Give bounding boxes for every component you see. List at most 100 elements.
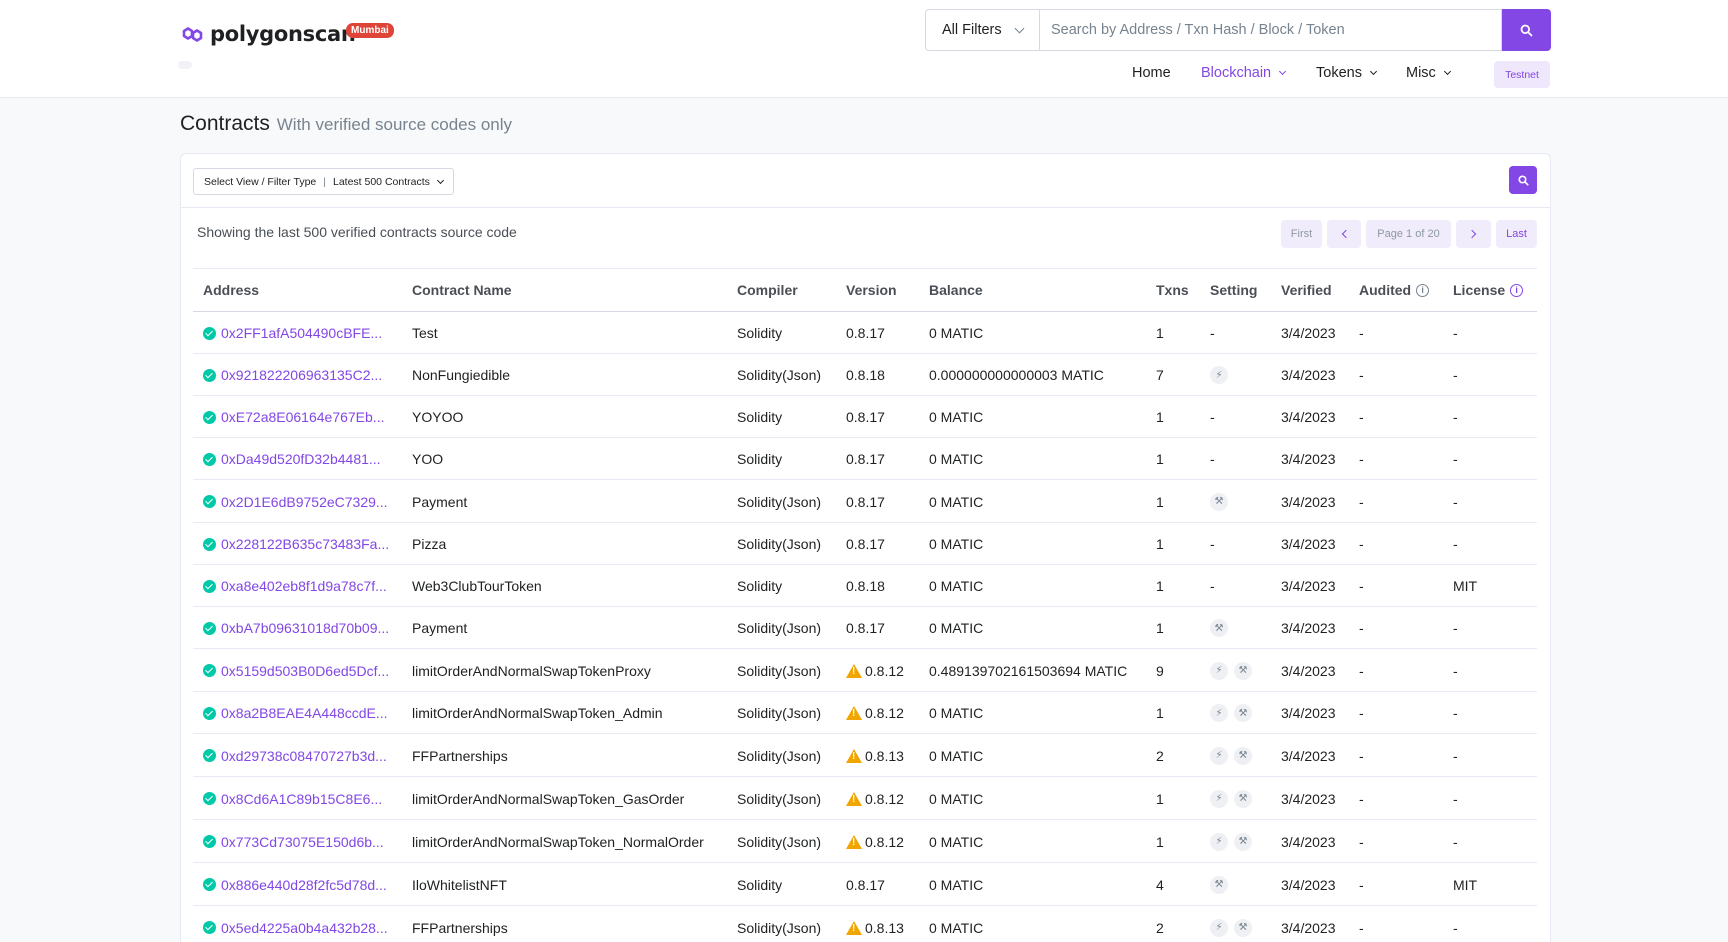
compiler-cell: Solidity(Json) [737,777,821,820]
txns-cell: 4 [1156,863,1164,906]
contract-address-link[interactable]: 0xDa49d520fD32b4481... [221,451,381,467]
card-header: Select View / Filter Type | Latest 500 C… [181,154,1550,208]
license-value: - [1453,536,1458,552]
contract-address-link[interactable]: 0x5159d503B0D6ed5Dcf... [221,663,389,679]
lightning-icon[interactable]: ⚡︎ [1210,789,1228,808]
verified-date: 3/4/2023 [1281,451,1336,467]
wrench-icon[interactable]: ⚒︎ [1234,661,1252,680]
wrench-icon[interactable]: ⚒︎ [1234,789,1252,808]
setting-cell: ⚡︎ ⚒︎ [1210,734,1258,777]
license-value: MIT [1453,578,1478,594]
card-search-button[interactable] [1509,166,1537,194]
contract-name: Pizza [412,536,447,552]
col-verified: Verified [1281,282,1332,298]
contract-address-link[interactable]: 0xa8e402eb8f1d9a78c7f... [221,578,387,594]
contract-address-link[interactable]: 0x886e440d28f2fc5d78d... [221,877,387,893]
top-header: polygonscan Mumbai All Filters Home Bloc… [0,0,1728,98]
compiler-cell: Solidity(Json) [737,480,821,523]
chevron-down-icon [1369,67,1377,76]
balance-cell: 0 MATIC [929,438,983,480]
lightning-icon[interactable]: ⚡︎ [1210,918,1228,937]
pagination-next[interactable] [1456,220,1491,248]
license-cell: - [1453,820,1458,863]
compiler-value: Solidity [737,325,783,341]
warning-icon[interactable] [846,920,862,935]
wrench-icon[interactable]: ⚒︎ [1210,492,1228,511]
contract-address-link[interactable]: 0x2D1E6dB9752eC7329... [221,494,388,510]
contract-name: YOO [412,451,444,467]
warning-icon[interactable] [846,663,862,678]
contract-address-link[interactable]: 0x8a2B8EAE4A448ccdE... [221,705,388,721]
balance-cell: 0 MATIC [929,480,983,523]
balance-value: 0 MATIC [929,620,984,636]
testnet-button[interactable]: Testnet [1494,61,1550,88]
compiler-value: Solidity(Json) [737,790,822,807]
wrench-icon[interactable]: ⚒︎ [1234,918,1252,937]
wrench-icon[interactable]: ⚒︎ [1234,746,1252,765]
wrench-icon[interactable]: ⚒︎ [1210,619,1228,637]
contract-address-link[interactable]: 0xbA7b09631018d70b09... [221,620,389,636]
nav-misc[interactable]: Misc [1406,65,1451,81]
txns-cell: 1 [1156,565,1164,607]
warning-icon[interactable] [846,791,862,806]
contract-name: Test [412,325,438,341]
verified-cell: 3/4/2023 [1281,777,1336,820]
pagination-prev[interactable] [1327,220,1361,248]
warning-icon[interactable] [846,834,862,849]
balance-value: 0 MATIC [929,536,984,552]
warning-icon[interactable] [846,706,862,720]
license-cell: - [1453,777,1458,820]
nav-tokens[interactable]: Tokens [1316,65,1377,81]
contract-address-link[interactable]: 0x2FF1afA504490cBFE... [221,325,382,341]
verified-date: 3/4/2023 [1281,409,1336,425]
wrench-icon[interactable]: ⚒︎ [1234,832,1252,851]
version-value: 0.8.18 [846,367,885,383]
version-value: 0.8.12 [865,790,904,807]
warning-icon[interactable] [846,748,862,763]
contract-address-link[interactable]: 0x921822206963135C2... [221,367,382,383]
license-value: - [1453,747,1458,764]
txns-value: 1 [1156,790,1164,807]
contract-address-link[interactable]: 0xd29738c08470727b3d... [221,748,387,764]
contract-address-link[interactable]: 0xE72a8E06164e767Eb... [221,409,384,425]
lightning-icon[interactable]: ⚡︎ [1210,366,1228,384]
verified-date: 3/4/2023 [1281,536,1336,552]
license-cell: - [1453,523,1458,565]
search-input[interactable] [1039,9,1502,51]
contract-address-link[interactable]: 0x773Cd73075E150d6b... [221,834,384,850]
page-subtitle: With verified source codes only [276,115,513,134]
search-filter-select[interactable]: All Filters [925,9,1039,51]
nav-blockchain[interactable]: Blockchain [1201,65,1287,81]
search-button[interactable] [1502,9,1551,51]
version-cell: 0.8.17 [846,863,885,906]
version-value: 0.8.17 [846,536,885,552]
lightning-icon[interactable]: ⚡︎ [1210,661,1228,680]
lightning-icon[interactable]: ⚡︎ [1210,746,1228,765]
compiler-cell: Solidity(Json) [737,354,821,396]
balance-cell: 0 MATIC [929,523,983,565]
contract-address-link[interactable]: 0x228122B635c73483Fa... [221,536,389,552]
version-cell: 0.8.17 [846,607,885,649]
audited-cell: - [1359,438,1364,480]
wrench-icon[interactable]: ⚒︎ [1210,875,1228,894]
compiler-cell: Solidity(Json) [737,734,821,777]
verified-date: 3/4/2023 [1281,662,1336,679]
view-filter-select[interactable]: Select View / Filter Type | Latest 500 C… [193,168,454,195]
pagination-last[interactable]: Last [1496,220,1537,248]
balance-value: 0 MATIC [929,493,984,510]
brand-logo[interactable]: polygonscan [180,22,356,46]
audited-cell: - [1359,734,1364,777]
contract-address-link[interactable]: 0x5ed4225a0b4a432b28... [221,920,388,936]
info-icon[interactable]: i [1416,283,1430,297]
lightning-icon[interactable]: ⚡︎ [1210,704,1228,722]
wrench-icon[interactable]: ⚒︎ [1234,704,1252,722]
info-icon[interactable]: i [1510,283,1524,297]
compiler-cell: Solidity(Json) [737,820,821,863]
lightning-icon[interactable]: ⚡︎ [1210,832,1228,851]
address-cell: 0x8a2B8EAE4A448ccdE... [203,692,388,734]
audited-cell: - [1359,863,1364,906]
pagination-first[interactable]: First [1281,220,1322,248]
contract-address-link[interactable]: 0x8Cd6A1C89b15C8E6... [221,791,382,807]
nav-home[interactable]: Home [1132,65,1171,81]
search-icon [1520,24,1533,36]
